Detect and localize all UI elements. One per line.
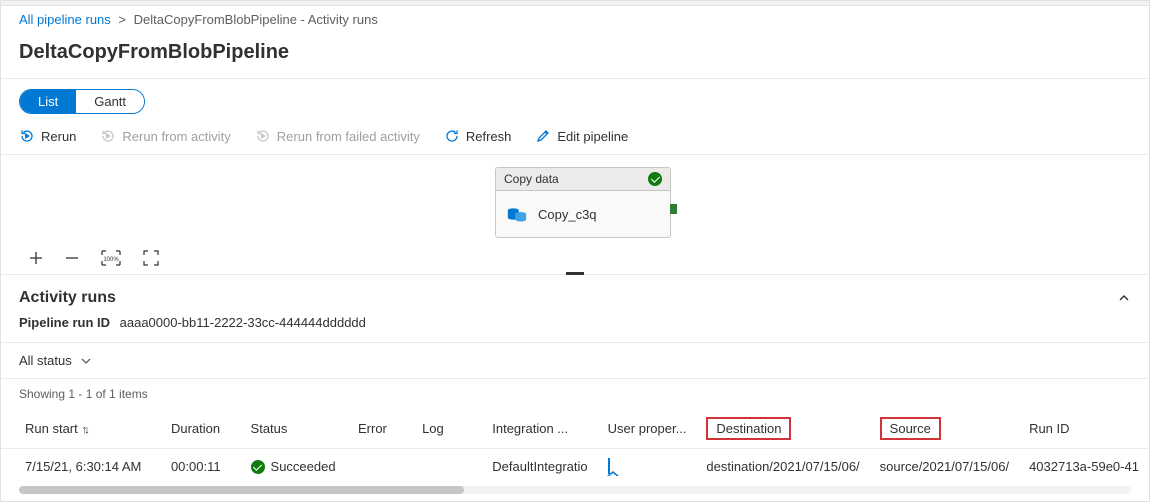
fullscreen-icon[interactable] xyxy=(143,250,159,266)
col-integration[interactable]: Integration ... xyxy=(482,409,597,449)
table-row[interactable]: 7/15/21, 6:30:14 AM 00:00:11 Succeeded D… xyxy=(1,449,1149,485)
horizontal-scrollbar[interactable] xyxy=(19,486,1131,494)
activity-runs-title: Activity runs xyxy=(19,289,116,307)
svg-text:100%: 100% xyxy=(103,257,119,263)
breadcrumb-separator: > xyxy=(118,12,126,27)
node-body: Copy_c3q xyxy=(496,191,670,237)
chevron-down-icon xyxy=(80,355,92,367)
edit-pipeline-icon xyxy=(535,128,551,144)
activity-runs-section-header: Activity runs xyxy=(1,275,1149,313)
zoom-in-icon[interactable] xyxy=(29,251,43,265)
status-filter-dropdown[interactable]: All status xyxy=(19,349,92,372)
cell-duration: 00:00:11 xyxy=(161,449,241,485)
panel-resize-handle[interactable] xyxy=(566,272,584,275)
result-count: Showing 1 - 1 of 1 items xyxy=(1,379,1149,409)
node-output-port[interactable] xyxy=(670,204,677,214)
success-check-icon xyxy=(251,460,265,474)
cell-source: source/2021/07/15/06/ xyxy=(870,449,1019,485)
rerun-button[interactable]: Rerun xyxy=(19,128,76,144)
zoom-reset-icon[interactable]: 100% xyxy=(101,250,121,266)
cell-run-id: 4032713a-59e0-41 xyxy=(1019,449,1149,485)
cell-log xyxy=(412,449,482,485)
cell-integration: DefaultIntegratio xyxy=(482,449,597,485)
toolbar: Rerun Rerun from activity Rerun from fai… xyxy=(1,122,1149,155)
node-header: Copy data xyxy=(496,168,670,191)
cell-error xyxy=(348,449,412,485)
col-log[interactable]: Log xyxy=(412,409,482,449)
activity-node[interactable]: Copy data Copy_c3q xyxy=(495,167,671,238)
status-filter-label: All status xyxy=(19,353,72,368)
activity-runs-table: Run start↑↓ Duration Status Error Log In… xyxy=(1,409,1149,484)
cell-run-start: 7/15/21, 6:30:14 AM xyxy=(1,449,161,485)
edit-pipeline-button[interactable]: Edit pipeline xyxy=(535,128,628,144)
breadcrumb-current: DeltaCopyFromBlobPipeline - Activity run… xyxy=(134,12,378,27)
node-header-label: Copy data xyxy=(504,172,559,186)
pipeline-run-id-value: aaaa0000-bb11-2222-33cc-444444dddddd xyxy=(120,315,366,330)
edit-pipeline-label: Edit pipeline xyxy=(557,129,628,144)
col-user-properties[interactable]: User proper... xyxy=(598,409,697,449)
view-toggle-gantt[interactable]: Gantt xyxy=(76,90,144,113)
rerun-failed-label: Rerun from failed activity xyxy=(277,129,420,144)
col-run-start[interactable]: Run start↑↓ xyxy=(1,409,161,449)
success-check-icon xyxy=(648,172,662,186)
pipeline-run-id-row: Pipeline run ID aaaa0000-bb11-2222-33cc-… xyxy=(1,313,1149,342)
canvas-controls: 100% xyxy=(29,250,159,266)
breadcrumb-root-link[interactable]: All pipeline runs xyxy=(19,12,111,27)
rerun-from-activity-button: Rerun from activity xyxy=(100,128,230,144)
view-toggle-list[interactable]: List xyxy=(20,90,76,113)
rerun-icon xyxy=(19,128,35,144)
filter-row: All status xyxy=(1,342,1149,379)
pipeline-run-id-label: Pipeline run ID xyxy=(19,315,110,330)
pipeline-canvas[interactable]: Copy data Copy_c3q 100% xyxy=(1,155,1149,275)
collapse-section-icon[interactable] xyxy=(1117,291,1131,305)
rerun-from-failed-button: Rerun from failed activity xyxy=(255,128,420,144)
bookmark-icon xyxy=(608,458,610,474)
rerun-activity-label: Rerun from activity xyxy=(122,129,230,144)
copy-data-icon xyxy=(506,203,528,225)
rerun-failed-icon xyxy=(255,128,271,144)
refresh-label: Refresh xyxy=(466,129,512,144)
cell-user-properties[interactable] xyxy=(598,449,697,485)
col-duration[interactable]: Duration xyxy=(161,409,241,449)
refresh-icon xyxy=(444,128,460,144)
scrollbar-thumb[interactable] xyxy=(19,486,464,494)
cell-status: Succeeded xyxy=(241,449,348,485)
cell-destination: destination/2021/07/15/06/ xyxy=(696,449,869,485)
zoom-out-icon[interactable] xyxy=(65,251,79,265)
node-name-label: Copy_c3q xyxy=(538,207,597,222)
page-title: DeltaCopyFromBlobPipeline xyxy=(1,33,1149,79)
view-toggle: List Gantt xyxy=(19,89,145,114)
rerun-activity-icon xyxy=(100,128,116,144)
sort-icon: ↑↓ xyxy=(82,424,87,436)
table-header-row: Run start↑↓ Duration Status Error Log In… xyxy=(1,409,1149,449)
breadcrumb: All pipeline runs > DeltaCopyFromBlobPip… xyxy=(1,6,1149,33)
col-source[interactable]: Source xyxy=(870,409,1019,449)
refresh-button[interactable]: Refresh xyxy=(444,128,512,144)
col-status[interactable]: Status xyxy=(241,409,348,449)
col-run-id[interactable]: Run ID xyxy=(1019,409,1149,449)
rerun-label: Rerun xyxy=(41,129,76,144)
col-error[interactable]: Error xyxy=(348,409,412,449)
col-destination[interactable]: Destination xyxy=(696,409,869,449)
